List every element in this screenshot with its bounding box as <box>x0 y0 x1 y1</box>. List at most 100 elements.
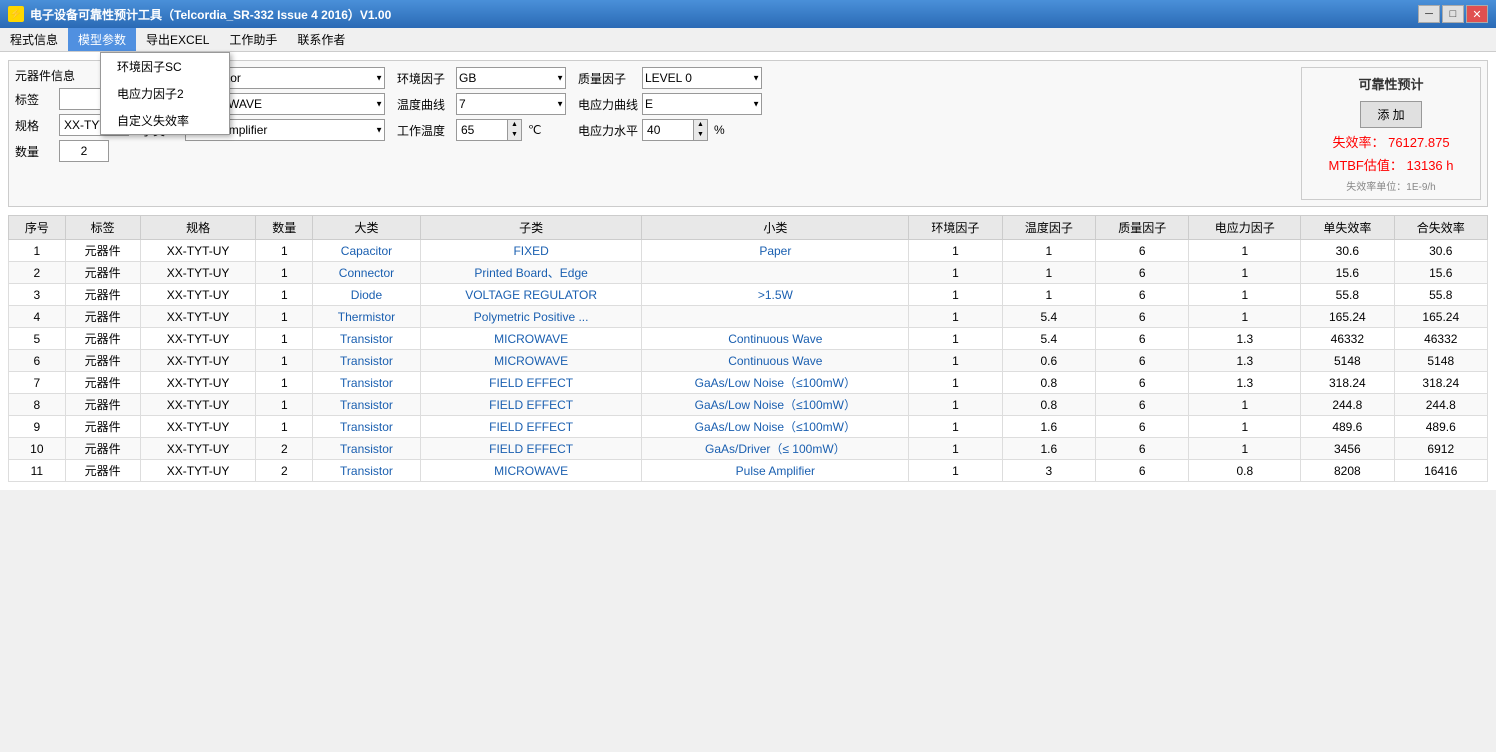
stress-level-down[interactable]: ▼ <box>694 130 707 140</box>
table-cell: 1 <box>1189 306 1301 328</box>
table-cell: XX-TYT-UY <box>140 284 256 306</box>
table-row[interactable]: 2元器件XX-TYT-UY1ConnectorPrinted Board、Edg… <box>9 262 1488 284</box>
quality-factor-label: 质量因子 <box>578 70 638 87</box>
stress-level-up[interactable]: ▲ <box>694 120 707 130</box>
menu-program-info[interactable]: 程式信息 <box>0 28 68 51</box>
table-cell: 1 <box>1189 262 1301 284</box>
table-cell: 1 <box>1189 240 1301 262</box>
table-cell: MICROWAVE <box>420 460 642 482</box>
table-cell: 0.8 <box>1002 372 1095 394</box>
table-cell: 5 <box>9 328 66 350</box>
dropdown-env-factor-sc[interactable]: 环境因子SC <box>101 53 229 80</box>
table-row[interactable]: 5元器件XX-TYT-UY1TransistorMICROWAVEContinu… <box>9 328 1488 350</box>
col-major: 大类 <box>313 216 421 240</box>
dropdown-custom-fail-rate[interactable]: 自定义失效率 <box>101 107 229 134</box>
table-cell: 6 <box>1096 438 1189 460</box>
table-cell: 8 <box>9 394 66 416</box>
table-cell: 1 <box>1189 438 1301 460</box>
table-row[interactable]: 11元器件XX-TYT-UY2TransistorMICROWAVEPulse … <box>9 460 1488 482</box>
table-row[interactable]: 8元器件XX-TYT-UY1TransistorFIELD EFFECTGaAs… <box>9 394 1488 416</box>
work-temp-up[interactable]: ▲ <box>508 120 521 130</box>
minimize-button[interactable]: ─ <box>1418 5 1440 23</box>
app-title: 电子设备可靠性预计工具（Telcordia_SR-332 Issue 4 201… <box>30 6 391 23</box>
table-cell: 元器件 <box>65 394 140 416</box>
table-cell: Thermistor <box>313 306 421 328</box>
work-temp-unit: ℃ <box>528 123 541 137</box>
quality-factor-select[interactable]: LEVEL 0 <box>642 67 762 89</box>
table-cell: 1 <box>256 240 313 262</box>
table-cell: 318.24 <box>1394 372 1487 394</box>
close-button[interactable]: ✕ <box>1466 5 1488 23</box>
table-cell: 元器件 <box>65 438 140 460</box>
work-temp-down[interactable]: ▼ <box>508 130 521 140</box>
table-cell: GaAs/Driver（≤ 100mW） <box>642 438 909 460</box>
menu-export-excel[interactable]: 导出EXCEL <box>136 28 219 51</box>
table-cell: 1 <box>909 240 1002 262</box>
table-cell: 元器件 <box>65 328 140 350</box>
work-temp-label: 工作温度 <box>397 122 452 139</box>
table-row[interactable]: 4元器件XX-TYT-UY1ThermistorPolymetric Posit… <box>9 306 1488 328</box>
fail-rate-display: 失效率： 76127.875 <box>1308 132 1474 151</box>
table-cell: Paper <box>642 240 909 262</box>
table-cell: 元器件 <box>65 416 140 438</box>
stress-level-input[interactable] <box>643 120 693 140</box>
table-cell: 1 <box>909 306 1002 328</box>
temp-curve-select[interactable]: 7 <box>456 93 566 115</box>
work-temp-input[interactable] <box>457 120 507 140</box>
table-cell: 元器件 <box>65 284 140 306</box>
table-row[interactable]: 10元器件XX-TYT-UY2TransistorFIELD EFFECTGaA… <box>9 438 1488 460</box>
table-cell: 1 <box>909 284 1002 306</box>
table-cell: FIELD EFFECT <box>420 394 642 416</box>
add-button[interactable]: 添 加 <box>1360 101 1421 128</box>
work-temp-input-wrapper: ▲ ▼ <box>456 119 522 141</box>
table-cell: 0.6 <box>1002 350 1095 372</box>
table-cell: GaAs/Low Noise（≤100mW） <box>642 372 909 394</box>
table-cell: 6912 <box>1394 438 1487 460</box>
spec-label: 规格 <box>15 117 55 134</box>
table-cell: 1.3 <box>1189 372 1301 394</box>
menu-contact-author[interactable]: 联系作者 <box>287 28 355 51</box>
temp-curve-label: 温度曲线 <box>397 96 452 113</box>
table-cell: 489.6 <box>1394 416 1487 438</box>
table-row[interactable]: 1元器件XX-TYT-UY1CapacitorFIXEDPaper116130.… <box>9 240 1488 262</box>
table-cell: Capacitor <box>313 240 421 262</box>
table-cell: 1 <box>909 460 1002 482</box>
title-bar: ⚡ 电子设备可靠性预计工具（Telcordia_SR-332 Issue 4 2… <box>0 0 1496 28</box>
table-row[interactable]: 6元器件XX-TYT-UY1TransistorMICROWAVEContinu… <box>9 350 1488 372</box>
form-area: 元器件信息 标签 规格 数量 大类 Transistor <box>8 60 1488 207</box>
col-single-rate: 单失效率 <box>1301 216 1394 240</box>
table-cell: >1.5W <box>642 284 909 306</box>
table-row[interactable]: 3元器件XX-TYT-UY1DiodeVOLTAGE REGULATOR>1.5… <box>9 284 1488 306</box>
predict-note: 失效率单位：1E-9/h <box>1308 178 1474 193</box>
menu-work-helper[interactable]: 工作助手 <box>219 28 287 51</box>
stress-curve-select[interactable]: E <box>642 93 762 115</box>
table-row[interactable]: 7元器件XX-TYT-UY1TransistorFIELD EFFECTGaAs… <box>9 372 1488 394</box>
env-factor-select[interactable]: GB <box>456 67 566 89</box>
component-info-label: 元器件信息 <box>15 67 75 84</box>
table-cell: 244.8 <box>1394 394 1487 416</box>
maximize-button[interactable]: □ <box>1442 5 1464 23</box>
col-tag: 标签 <box>65 216 140 240</box>
table-row[interactable]: 9元器件XX-TYT-UY1TransistorFIELD EFFECTGaAs… <box>9 416 1488 438</box>
table-cell: 1 <box>909 350 1002 372</box>
qty-input[interactable] <box>59 140 109 162</box>
dropdown-stress-factor-2[interactable]: 电应力因子2 <box>101 80 229 107</box>
table-cell: 1 <box>1189 416 1301 438</box>
env-factor-select-wrapper: GB <box>456 67 566 89</box>
mtbf-value: 13136 h <box>1407 158 1454 173</box>
table-cell: 5148 <box>1394 350 1487 372</box>
col-qty: 数量 <box>256 216 313 240</box>
table-cell: 6 <box>1096 460 1189 482</box>
table-cell: 0.8 <box>1189 460 1301 482</box>
table-cell: 1 <box>909 328 1002 350</box>
col-sub: 子类 <box>420 216 642 240</box>
table-cell: 元器件 <box>65 240 140 262</box>
table-cell: XX-TYT-UY <box>140 240 256 262</box>
app-icon: ⚡ <box>8 6 24 22</box>
data-table: 序号 标签 规格 数量 大类 子类 小类 环境因子 温度因子 质量因子 电应力因… <box>8 215 1488 482</box>
table-cell: 16416 <box>1394 460 1487 482</box>
table-cell: 1 <box>256 350 313 372</box>
menu-model-params[interactable]: 模型参数 <box>68 28 136 51</box>
table-cell: 318.24 <box>1301 372 1394 394</box>
table-header-row: 序号 标签 规格 数量 大类 子类 小类 环境因子 温度因子 质量因子 电应力因… <box>9 216 1488 240</box>
